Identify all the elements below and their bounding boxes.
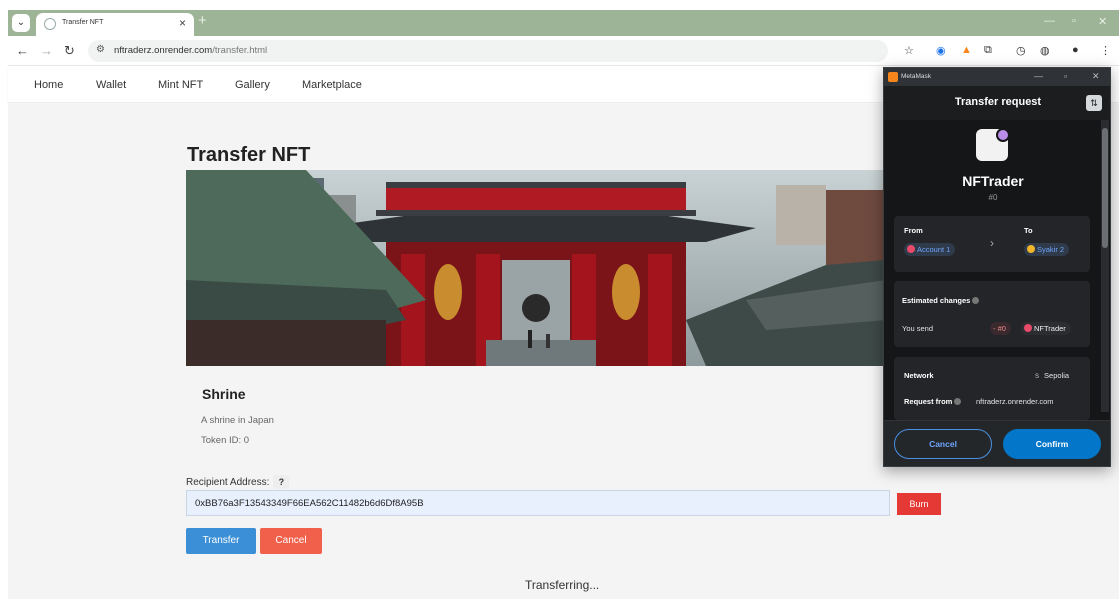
recipient-label: Recipient Address:? bbox=[186, 475, 290, 489]
nft-description: A shrine in Japan bbox=[201, 415, 274, 426]
screen: ⌄ Transfer NFT × + — ▫ ✕ ← → ↻ ⚙ nftrade… bbox=[0, 0, 1119, 599]
from-account-pill[interactable]: Account 1 bbox=[904, 243, 956, 256]
sepolia-icon: S bbox=[1035, 374, 1040, 380]
from-label: From bbox=[904, 226, 923, 235]
maximize-icon[interactable]: ▫ bbox=[1072, 15, 1076, 27]
request-from-label: Request from bbox=[904, 397, 962, 406]
send-amount-pill: - #0 bbox=[990, 322, 1011, 335]
shrine-illustration bbox=[186, 170, 886, 366]
audio-icon[interactable]: ◉ bbox=[936, 44, 946, 57]
site-info-icon[interactable]: ⚙ bbox=[96, 44, 105, 55]
account-avatar-icon bbox=[1027, 245, 1035, 253]
nav-mint-nft[interactable]: Mint NFT bbox=[158, 79, 203, 91]
estimated-changes-label: Estimated changes bbox=[902, 296, 980, 305]
back-arrow-icon[interactable]: ← bbox=[16, 43, 29, 58]
nav-marketplace[interactable]: Marketplace bbox=[302, 79, 362, 91]
close-tab-icon[interactable]: × bbox=[179, 16, 186, 30]
nft-token-id: Token ID: 0 bbox=[201, 435, 250, 446]
metamask-popup: MetaMask — ▫ ✕ Transfer request ⇅ NFTrad… bbox=[883, 67, 1111, 467]
recipient-address-input[interactable] bbox=[186, 490, 890, 516]
browser-tab[interactable]: Transfer NFT × bbox=[36, 13, 194, 36]
forward-arrow-icon[interactable]: → bbox=[40, 43, 53, 58]
mm-maximize-icon[interactable]: ▫ bbox=[1064, 71, 1067, 81]
downloads-icon[interactable]: ◍ bbox=[1040, 44, 1050, 57]
menu-dots-icon[interactable]: ⋮ bbox=[1100, 44, 1111, 57]
metamask-header: Transfer request ⇅ bbox=[884, 86, 1110, 120]
new-tab-icon[interactable]: + bbox=[198, 12, 207, 29]
nav-gallery[interactable]: Gallery bbox=[235, 79, 270, 91]
metamask-scrollbar-thumb[interactable] bbox=[1102, 128, 1108, 248]
from-to-card: From Account 1 › To Syakir 2 bbox=[894, 216, 1090, 272]
metamask-footer: Cancel Confirm bbox=[884, 420, 1110, 466]
mm-nft-id: #0 bbox=[988, 193, 998, 202]
mm-close-icon[interactable]: ✕ bbox=[1092, 71, 1100, 82]
metamask-header-title: Transfer request bbox=[954, 96, 1042, 108]
mm-cancel-button[interactable]: Cancel bbox=[894, 429, 992, 459]
url-text: nftraderz.onrender.com/transfer.html bbox=[114, 45, 268, 56]
tab-search-icon[interactable]: ⌄ bbox=[12, 14, 30, 32]
browser-toolbar: ← → ↻ ⚙ nftraderz.onrender.com/transfer.… bbox=[8, 36, 1119, 66]
network-badge-icon bbox=[996, 128, 1010, 142]
metamask-app-name: MetaMask bbox=[901, 73, 931, 80]
metamask-fox-icon bbox=[888, 72, 898, 82]
network-card: Network S Sepolia Request from nftraderz.… bbox=[894, 357, 1090, 420]
history-icon[interactable]: ◷ bbox=[1016, 44, 1026, 57]
bookmark-star-icon[interactable]: ☆ bbox=[904, 44, 914, 57]
profile-avatar-icon[interactable]: ● bbox=[1072, 44, 1079, 56]
minimize-icon[interactable]: — bbox=[1044, 15, 1055, 27]
mm-confirm-button[interactable]: Confirm bbox=[1003, 429, 1101, 459]
nft-name: Shrine bbox=[202, 386, 246, 402]
account-avatar-icon bbox=[907, 245, 915, 253]
arrow-right-icon: › bbox=[990, 236, 994, 250]
cancel-button[interactable]: Cancel bbox=[260, 528, 322, 554]
token-icon bbox=[1024, 324, 1032, 332]
metamask-body: NFTrader #0 From Account 1 › To Syakir 2… bbox=[884, 120, 1110, 420]
you-send-label: You send bbox=[902, 324, 934, 333]
help-icon[interactable]: ? bbox=[273, 475, 290, 489]
status-text: Transferring... bbox=[525, 578, 600, 592]
extensions-icon[interactable]: ⧉ bbox=[984, 44, 992, 57]
estimated-changes-card: Estimated changes You send - #0 NFTrader bbox=[894, 281, 1090, 347]
close-window-icon[interactable]: ✕ bbox=[1098, 15, 1107, 28]
transfer-button[interactable]: Transfer bbox=[186, 528, 256, 554]
to-account-pill[interactable]: Syakir 2 bbox=[1024, 243, 1070, 256]
burn-button[interactable]: Burn bbox=[897, 493, 941, 515]
page-title: Transfer NFT bbox=[187, 144, 311, 166]
nav-home[interactable]: Home bbox=[34, 79, 63, 91]
browser-tab-strip: ⌄ Transfer NFT × + — ▫ ✕ bbox=[8, 10, 1119, 36]
network-label: Network bbox=[904, 371, 934, 380]
info-icon[interactable] bbox=[954, 398, 962, 405]
request-from-value: nftraderz.onrender.com bbox=[976, 397, 1054, 406]
reload-icon[interactable]: ↻ bbox=[64, 43, 75, 59]
send-token-pill[interactable]: NFTrader bbox=[1021, 322, 1071, 335]
nft-image bbox=[186, 170, 886, 366]
mm-nft-name: NFTrader bbox=[962, 173, 1024, 189]
advanced-settings-icon[interactable]: ⇅ bbox=[1086, 95, 1102, 111]
mm-minimize-icon[interactable]: — bbox=[1034, 71, 1043, 81]
globe-icon bbox=[44, 18, 56, 30]
tab-title: Transfer NFT bbox=[62, 19, 104, 26]
info-icon[interactable] bbox=[972, 297, 980, 304]
metamask-titlebar: MetaMask — ▫ ✕ bbox=[884, 68, 1110, 86]
metamask-extension-icon[interactable]: ▲ bbox=[961, 44, 972, 56]
nav-wallet[interactable]: Wallet bbox=[96, 79, 126, 91]
to-label: To bbox=[1024, 226, 1033, 235]
network-value: S Sepolia bbox=[1035, 371, 1070, 380]
address-bar[interactable]: ⚙ nftraderz.onrender.com/transfer.html bbox=[88, 40, 888, 62]
